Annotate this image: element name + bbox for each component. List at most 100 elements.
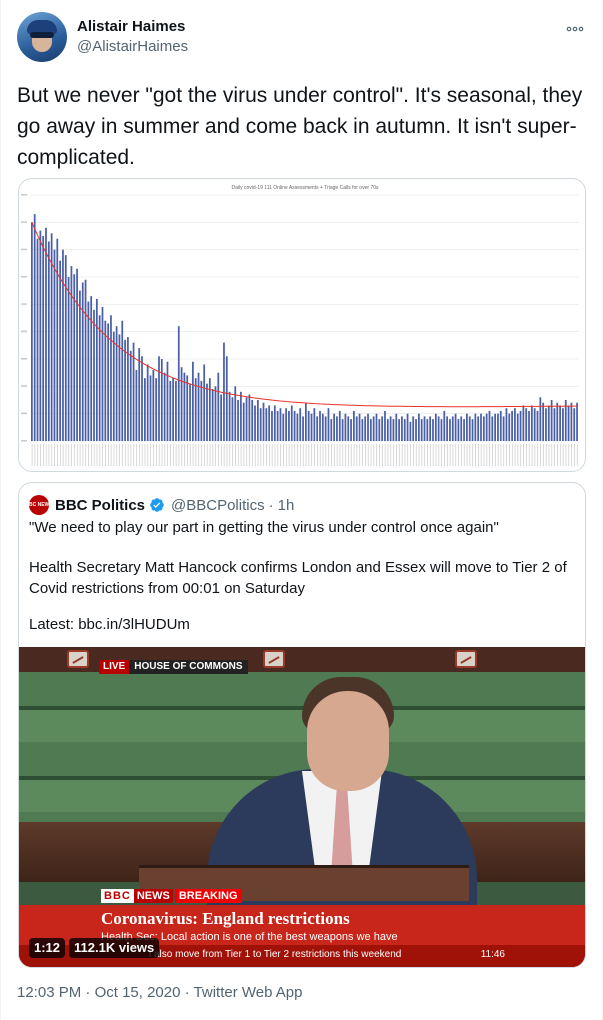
author-handle[interactable]: @AlistairHaimes — [77, 37, 188, 57]
quoted-tweet-paragraph-1: "We need to play our part in getting the… — [29, 519, 499, 536]
x-tick-label — [458, 444, 459, 466]
x-tick-label — [444, 444, 445, 466]
chart-bar — [415, 419, 417, 441]
chart-image-card[interactable]: Daily covid-19 111 Online Assessments + … — [18, 178, 586, 472]
chart-bar — [449, 419, 451, 441]
no-smoking-sign-icon — [455, 650, 477, 668]
chart-bar — [237, 400, 239, 441]
chart-bar — [519, 410, 522, 441]
chart-bar — [53, 249, 56, 441]
author-avatar[interactable] — [17, 12, 67, 62]
chart-bar — [570, 402, 573, 441]
chart-bar — [420, 419, 423, 441]
x-tick-label — [365, 444, 366, 466]
chart-bar — [223, 342, 225, 441]
x-tick-label — [223, 444, 225, 466]
news-clock: 11:46 — [480, 949, 505, 960]
x-tick-label — [486, 444, 488, 466]
chart-bar — [468, 416, 471, 441]
x-tick-label — [206, 444, 208, 466]
x-tick-label — [189, 444, 191, 466]
x-tick-label — [181, 444, 183, 466]
chart-bar — [310, 413, 313, 441]
x-tick-label — [139, 444, 140, 466]
chart-bar — [194, 378, 197, 441]
x-tick-label — [201, 444, 202, 466]
video-player[interactable]: LIVE HOUSE OF COMMONS BBC NEWS BREAKING … — [19, 647, 585, 967]
x-tick-label — [147, 444, 149, 466]
x-tick-label — [65, 444, 67, 466]
chart-bar — [240, 391, 242, 441]
x-tick-label — [136, 444, 137, 466]
author-names: Alistair Haimes @AlistairHaimes — [77, 17, 188, 57]
chart-bar — [355, 416, 358, 441]
x-tick-label — [48, 444, 50, 466]
x-tick-label — [517, 444, 519, 466]
x-tick-label — [551, 444, 553, 466]
chart-bar — [64, 255, 67, 441]
x-tick-label — [404, 444, 406, 466]
avatar-goggle-shape — [30, 32, 54, 38]
chart-bar — [152, 369, 155, 441]
author-display-name[interactable]: Alistair Haimes — [77, 17, 188, 37]
x-tick-label — [31, 444, 33, 466]
chart-bar — [477, 416, 480, 441]
chart-bar — [446, 416, 448, 441]
quoted-tweet-time[interactable]: 1h — [278, 497, 295, 514]
tweet-source-link[interactable]: Twitter Web App — [194, 984, 303, 1001]
more-horizontal-icon[interactable] — [566, 20, 584, 41]
x-tick-label — [398, 444, 400, 466]
quoted-author-name[interactable]: BBC Politics — [55, 497, 145, 514]
no-smoking-sign-icon — [263, 650, 285, 668]
chart-bar — [45, 227, 47, 441]
x-tick-label — [574, 444, 575, 466]
x-tick-label — [407, 444, 409, 466]
quoted-tweet-header: BBC NEWS BBC Politics @BBCPolitics · 1h — [25, 495, 295, 515]
chart-bar — [293, 410, 296, 441]
chart-bar — [115, 326, 118, 441]
x-tick-label — [548, 444, 550, 466]
chart-bar — [330, 419, 333, 441]
x-tick-label — [294, 444, 296, 466]
bbc-politics-avatar[interactable]: BBC NEWS — [25, 495, 53, 515]
x-tick-label — [40, 444, 41, 466]
x-tick-label — [554, 444, 555, 466]
chart-bar — [141, 356, 143, 441]
chart-bar — [276, 410, 279, 441]
chart-bar — [375, 413, 378, 441]
tweet-timestamp-date[interactable]: Oct 15, 2020 — [95, 984, 181, 1001]
x-tick-label — [240, 444, 242, 466]
x-tick-label — [288, 444, 290, 466]
x-tick-label — [461, 444, 462, 466]
chart-bar — [417, 413, 420, 441]
chart-bar — [480, 413, 482, 441]
x-tick-label — [506, 444, 507, 466]
quoted-tweet[interactable]: BBC NEWS BBC Politics @BBCPolitics · 1h … — [18, 482, 586, 968]
chart-bar — [530, 405, 533, 441]
x-tick-label — [441, 444, 442, 466]
chart-bar — [539, 397, 542, 441]
x-tick-label — [102, 444, 104, 466]
bbc-wordmark: BBC — [101, 889, 134, 903]
x-tick-label — [246, 444, 248, 466]
x-tick-label — [328, 444, 329, 466]
x-tick-label — [466, 444, 468, 466]
x-tick-label — [195, 444, 197, 466]
bbc-news-brand: BBC NEWS BREAKING — [101, 889, 242, 903]
chart-bar — [76, 268, 78, 441]
x-tick-label — [260, 444, 262, 466]
x-tick-label — [350, 444, 352, 466]
chart-bar — [98, 315, 101, 441]
chart-bar — [350, 419, 352, 441]
chart-bar — [372, 416, 375, 441]
chart-bar — [321, 413, 324, 441]
chart-bar — [220, 394, 223, 441]
chart-bar — [248, 394, 251, 441]
chart-bar — [573, 408, 576, 441]
tweet-timestamp-time[interactable]: 12:03 PM — [17, 984, 81, 1001]
x-tick-label — [237, 444, 239, 466]
chart-bar — [290, 405, 293, 441]
chart-bar — [138, 348, 141, 441]
quoted-author-handle[interactable]: @BBCPolitics — [171, 497, 265, 514]
chart-bar — [59, 260, 61, 441]
